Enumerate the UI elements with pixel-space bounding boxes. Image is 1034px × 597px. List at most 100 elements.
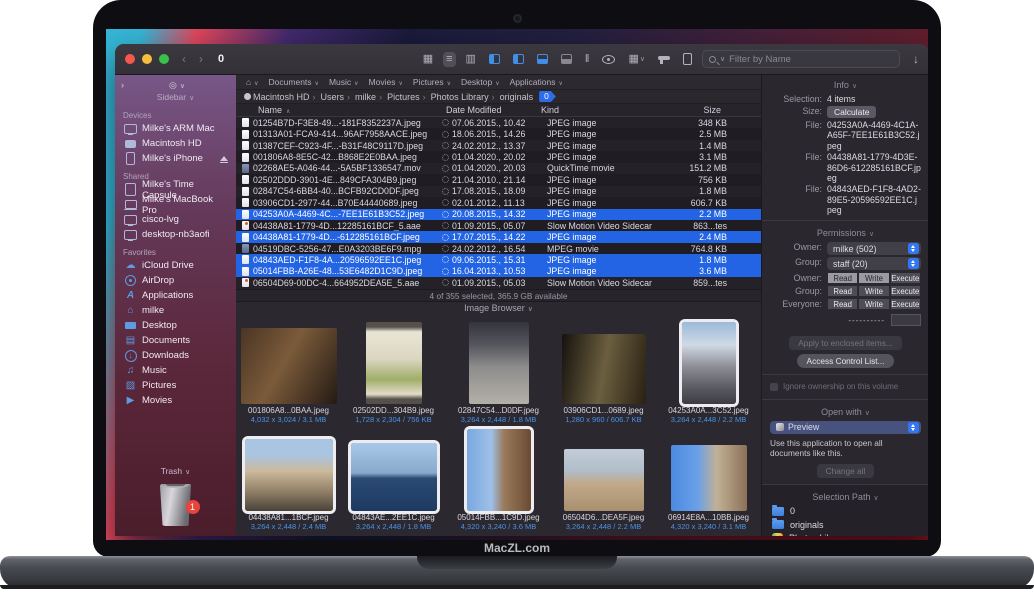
close-button[interactable] [125,54,135,64]
thumbnail[interactable]: 03906CD1...0689.jpeg 1,280 x 960 / 606.7… [551,320,656,424]
write-button[interactable]: Write [858,298,889,310]
zoom-button[interactable] [159,54,169,64]
new-document-icon[interactable] [680,51,695,67]
minimize-button[interactable] [142,54,152,64]
sidebar-item[interactable]: Milke's ARM Mac [115,121,236,136]
back-icon[interactable]: ‹ [182,52,186,66]
selection-path-header[interactable]: Selection Path [772,492,919,502]
file-row[interactable]: 001806A8-8E5C-42...B868E2E0BAA.jpeg 01.0… [236,151,761,162]
file-row[interactable]: 04438A81-1779-4D...-612285161BCF.jpeg 17… [236,231,761,242]
sidebar-item[interactable]: ♫ Music [115,363,236,378]
sidebar-item[interactable]: ⌂ milke [115,303,236,318]
file-row[interactable]: 03906CD1-2977-44...B70E44440689.jpeg 02.… [236,197,761,208]
owner-select[interactable]: milke (502) [827,242,921,255]
sidebar-item[interactable]: Downloads [115,348,236,363]
permissions-header[interactable]: Permissions [770,228,921,238]
search-scope-chevron-icon[interactable]: ∨ [720,55,725,63]
sidebar-item[interactable]: ▶ Movies [115,393,236,408]
selection-path-item[interactable]: Photos Library [772,532,919,536]
file-row[interactable]: 05014FBB-A26E-48...53E6482D1C9D.jpeg 16.… [236,266,761,277]
eject-icon[interactable] [217,152,230,165]
file-row[interactable]: 06504D69-00DC-4...664952DEA5E_5.aae 01.0… [236,277,761,288]
write-button[interactable]: Write [858,285,889,297]
show-statusbar-icon[interactable] [558,52,575,66]
favorites-bar-item[interactable]: Documents [269,77,319,87]
file-row[interactable]: 01254B7D-F3E8-49...-181F8352237A.jpeg 07… [236,117,761,128]
file-row[interactable]: 04253A0A-4469-4C...-7EE1E61B3C52.jpeg 20… [236,209,761,220]
ignore-ownership-checkbox[interactable] [770,383,778,391]
thumbnail[interactable]: 04253A0A...3C52.jpeg 3,264 x 2,448 / 2.2… [656,320,761,424]
column-header-name[interactable]: Name [236,105,432,115]
open-with-select[interactable]: Preview [770,421,921,434]
favorites-bar-item[interactable]: Pictures [413,77,451,87]
thumbnail[interactable]: 04438A81...1BCF.jpeg 3,264 x 2,448 / 2.4… [236,427,341,531]
sidebar-header[interactable]: Sidebar [115,92,236,105]
filter-input[interactable] [729,54,893,65]
sidebar-item[interactable]: desktop-nb3aofi [115,227,236,242]
breadcrumb-item[interactable]: originals [489,92,534,102]
sidebar-item[interactable]: ▨ Pictures [115,378,236,393]
thumbnail[interactable]: 02847C54...D0DF.jpeg 3,264 x 2,448 / 1.8… [446,320,551,424]
execute-button[interactable]: Execute [890,298,921,310]
thumbnail[interactable]: 02502DD...304B9.jpeg 1,728 x 2,304 / 756… [341,320,446,424]
quicklook-eye-icon[interactable] [599,53,618,66]
download-icon[interactable]: ↓ [913,52,919,66]
sidebar-item[interactable]: ☁ iCloud Drive [115,258,236,273]
info-header[interactable]: Info [770,80,921,90]
open-with-header[interactable]: Open with [770,407,921,417]
column-header-size[interactable]: Size [673,105,721,115]
gallery-view-icon[interactable]: ‖ [582,52,593,67]
octal-input[interactable] [891,314,921,326]
filter-field[interactable]: ∨ [702,50,900,68]
column-view-icon[interactable]: ▥ [463,52,479,67]
file-row[interactable]: 04519DBC-5256-47...E0A3203BE6F9.mpg 24.0… [236,243,761,254]
thumbnail[interactable]: 05014FBB...1C9D.jpeg 4,320 x 3,240 / 3.6… [446,427,551,531]
sidebar-item[interactable]: Desktop [115,318,236,333]
read-button[interactable]: Read [827,272,858,284]
selection-path-item[interactable]: originals [772,518,919,532]
selection-path-item[interactable]: 0 [772,505,919,519]
sidebar-section-trash[interactable]: Trash [115,466,236,476]
group-select[interactable]: staff (20) [827,257,921,270]
favorites-bar-item[interactable]: Applications [510,77,563,87]
icon-view-icon[interactable]: ▦ [420,52,436,67]
account-menu-icon[interactable]: ◎ [124,80,230,91]
favorites-bar-item[interactable]: Music [329,77,359,87]
show-preview-icon[interactable] [510,52,527,66]
sidebar-item[interactable]: Applications [115,288,236,303]
breadcrumb-item[interactable]: milke [344,92,376,102]
sidebar-item[interactable]: AirDrop [115,273,236,288]
breadcrumb-item[interactable]: Macintosh HD [253,92,310,102]
file-row[interactable]: 04843AED-F1F8-4A...20596592EE1C.jpeg 09.… [236,254,761,265]
file-row[interactable]: 04438A81-1779-4D...12285161BCF_5.aae 01.… [236,220,761,231]
execute-button[interactable]: Execute [890,272,921,284]
favorites-bar-item[interactable]: Movies [369,77,403,87]
breadcrumb-item[interactable]: Users [310,92,345,102]
breadcrumb-item[interactable]: Photos Library [420,92,489,102]
column-header-kind[interactable]: Kind [541,105,673,115]
file-row[interactable]: 02268AE5-A046-44...-5A5BF1336547.mov 01.… [236,163,761,174]
sidebar-item[interactable]: Milke's MacBook Pro [115,197,236,212]
show-sidebar-icon[interactable] [486,52,503,66]
forward-icon[interactable]: › [199,52,203,66]
list-view-icon[interactable]: ≡ [443,52,455,67]
calculate-button[interactable]: Calculate [827,106,876,118]
file-row[interactable]: 02847C54-6BB4-40...BCFB92CD0DF.jpeg 17.0… [236,186,761,197]
thumbnail[interactable]: 04843AE...2EE1C.jpeg 3,264 x 2,448 / 1.8… [341,427,446,531]
execute-button[interactable]: Execute [890,285,921,297]
trash-icon[interactable]: 1 [156,484,196,526]
file-row[interactable]: 02502DDD-3901-4E...849CFA304B9.jpeg 21.0… [236,174,761,185]
favorites-bar-item[interactable]: Desktop [461,77,500,87]
group-by-icon[interactable]: ▦∨ [625,52,648,67]
read-button[interactable]: Read [827,298,858,310]
sidebar-item[interactable]: Milke's iPhone [115,151,236,166]
show-pathbar-icon[interactable] [534,52,551,66]
thumbnail[interactable]: 06914E8A...10BB.jpeg 4,320 x 3,240 / 3.1… [656,427,761,531]
file-row[interactable]: 01313A01-FCA9-414...96AF7958AACE.jpeg 18… [236,128,761,139]
apply-enclosed-button[interactable]: Apply to enclosed items... [789,336,902,350]
access-control-list-button[interactable]: Access Control List... [797,354,895,368]
change-all-button[interactable]: Change all [817,464,875,478]
file-row[interactable]: 01387CEF-C923-4F...-B31F48C9117D.jpeg 24… [236,140,761,151]
image-browser-header[interactable]: Image Browser [236,301,761,314]
home-icon[interactable]: ⌂ [246,77,259,87]
